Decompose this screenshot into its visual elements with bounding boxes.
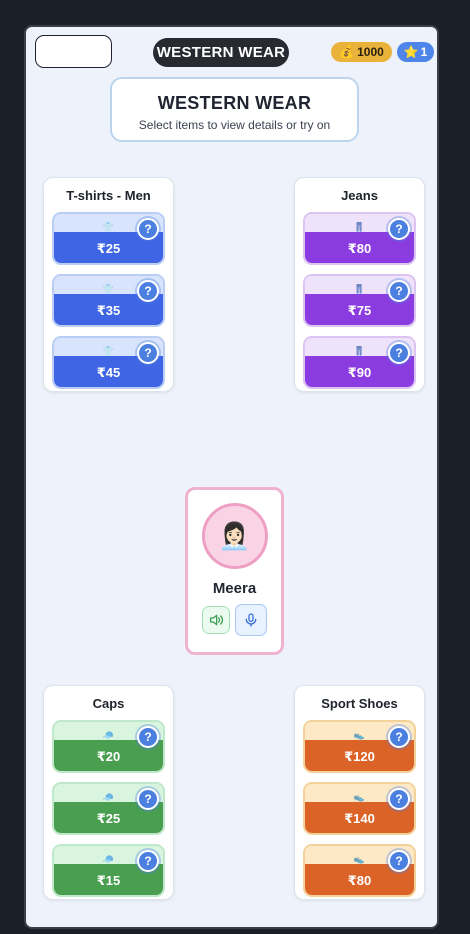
- assistant-avatar: 👩🏻‍💼: [201, 503, 268, 569]
- microphone-icon: [245, 613, 257, 627]
- page-title: WESTERN WEAR: [153, 38, 289, 67]
- product-item[interactable]: 👟 ₹80 ?: [303, 844, 416, 897]
- info-icon[interactable]: ?: [388, 726, 410, 748]
- category-title: Caps: [92, 696, 125, 711]
- category-card-caps: Caps 🧢 ₹20 ? 🧢 ₹25 ? 🧢 ₹15 ?: [43, 685, 174, 900]
- product-item[interactable]: 🧢 ₹20 ?: [52, 720, 165, 773]
- coin-balance-badge: 💰 1000: [331, 42, 392, 62]
- category-card-sport-shoes: Sport Shoes 👟 ₹120 ? 👟 ₹140 ? 👟 ₹80 ?: [294, 685, 425, 900]
- info-icon[interactable]: ?: [137, 280, 159, 302]
- section-header-card: WESTERN WEAR Select items to view detail…: [110, 77, 359, 142]
- speaker-button[interactable]: [202, 606, 230, 634]
- product-item[interactable]: 👕 ₹45 ?: [52, 336, 165, 389]
- info-icon[interactable]: ?: [137, 788, 159, 810]
- info-icon[interactable]: ?: [137, 850, 159, 872]
- info-icon[interactable]: ?: [388, 850, 410, 872]
- product-item[interactable]: 👟 ₹140 ?: [303, 782, 416, 835]
- product-item[interactable]: 👕 ₹25 ?: [52, 212, 165, 265]
- info-icon[interactable]: ?: [388, 218, 410, 240]
- info-icon[interactable]: ?: [388, 342, 410, 364]
- info-icon[interactable]: ?: [388, 280, 410, 302]
- product-item[interactable]: 🧢 ₹25 ?: [52, 782, 165, 835]
- coin-bag-icon: 💰: [339, 45, 355, 59]
- star-count: 1: [420, 45, 428, 59]
- product-item[interactable]: 👖 ₹80 ?: [303, 212, 416, 265]
- app-frame: WESTERN WEAR 💰 1000 ⭐ 1 WESTERN WEAR Sel…: [24, 25, 439, 929]
- assistant-name: Meera: [212, 580, 257, 597]
- star-icon: ⭐: [403, 45, 419, 59]
- category-title: Jeans: [341, 188, 378, 203]
- section-title: WESTERN WEAR: [157, 93, 312, 113]
- info-icon[interactable]: ?: [137, 342, 159, 364]
- category-card-tshirts: T-shirts - Men 👕 ₹25 ? 👕 ₹35 ? 👕 ₹45 ?: [43, 177, 174, 392]
- product-item[interactable]: 👖 ₹75 ?: [303, 274, 416, 327]
- product-item[interactable]: 👖 ₹90 ?: [303, 336, 416, 389]
- section-subtitle: Select items to view details or try on: [138, 118, 331, 132]
- category-title: T-shirts - Men: [66, 188, 151, 203]
- info-icon[interactable]: ?: [137, 218, 159, 240]
- info-icon[interactable]: ?: [137, 726, 159, 748]
- product-item[interactable]: 🧢 ₹15 ?: [52, 844, 165, 897]
- product-item[interactable]: 👟 ₹120 ?: [303, 720, 416, 773]
- info-icon[interactable]: ?: [388, 788, 410, 810]
- assistant-card[interactable]: 👩🏻‍💼 Meera: [185, 487, 284, 655]
- product-item[interactable]: 👕 ₹35 ?: [52, 274, 165, 327]
- star-count-badge: ⭐ 1: [397, 42, 434, 62]
- microphone-button[interactable]: [235, 604, 267, 636]
- coin-count: 1000: [357, 45, 384, 59]
- speaker-icon: [210, 614, 224, 626]
- back-button[interactable]: [35, 35, 112, 68]
- category-card-jeans: Jeans 👖 ₹80 ? 👖 ₹75 ? 👖 ₹90 ?: [294, 177, 425, 392]
- category-title: Sport Shoes: [321, 696, 398, 711]
